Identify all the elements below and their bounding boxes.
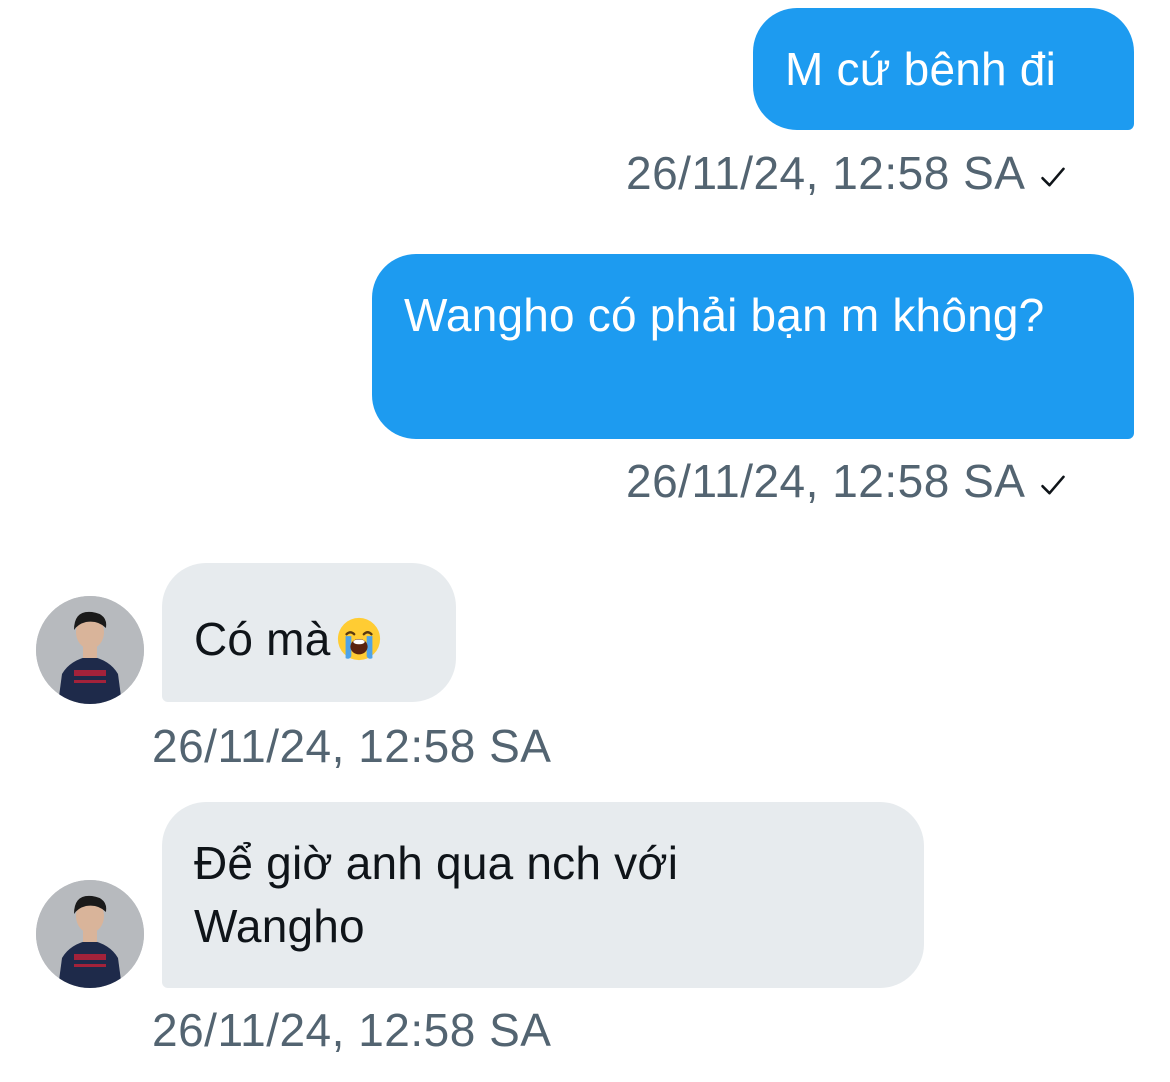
message-timestamp: 26/11/24, 12:58 SA (626, 145, 1067, 201)
incoming-message-bubble[interactable]: Để giờ anh qua nch với Wangho (162, 802, 924, 988)
timestamp-text: 26/11/24, 12:58 SA (626, 455, 1026, 507)
incoming-message-bubble[interactable]: Có mà (162, 563, 456, 702)
avatar[interactable] (36, 596, 144, 704)
avatar-image (36, 596, 144, 704)
message-text: Wangho có phải bạn m không? (404, 289, 1045, 341)
avatar-image (36, 880, 144, 988)
avatar[interactable] (36, 880, 144, 988)
loudly-crying-face-emoji (338, 617, 381, 661)
message-text: M cứ bênh đi (785, 43, 1056, 95)
outgoing-message-bubble[interactable]: Wangho có phải bạn m không? (372, 254, 1134, 439)
check-icon (1041, 475, 1066, 495)
message-timestamp: 26/11/24, 12:58 SA (626, 453, 1067, 509)
timestamp-text: 26/11/24, 12:58 SA (626, 147, 1026, 199)
message-text: Có mà (194, 613, 331, 665)
timestamp-text: 26/11/24, 12:58 SA (152, 1004, 552, 1056)
check-icon (1041, 167, 1066, 187)
message-text: Để giờ anh qua nch với Wangho (194, 837, 679, 952)
message-timestamp: 26/11/24, 12:58 SA (152, 718, 551, 774)
timestamp-text: 26/11/24, 12:58 SA (152, 720, 552, 772)
message-timestamp: 26/11/24, 12:58 SA (152, 1002, 551, 1058)
outgoing-message-bubble[interactable]: M cứ bênh đi (753, 8, 1134, 130)
